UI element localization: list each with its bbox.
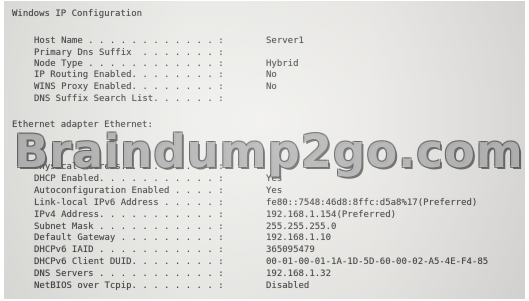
dhcpv6-iaid-label: DHCPv6 IAID . . . . . . . . . . . : bbox=[34, 245, 224, 255]
dns-servers-label: DNS Servers . . . . . . . . . . . : bbox=[34, 269, 224, 279]
dhcpv6-iaid-value: 365095479 bbox=[266, 245, 315, 255]
ipv4-address-label: IPv4 Address. . . . . . . . . . . : bbox=[34, 210, 224, 220]
wins-proxy-value: No bbox=[266, 82, 277, 92]
default-gateway-value: 192.168.1.10 bbox=[266, 233, 332, 243]
host-name-value: Server1 bbox=[266, 36, 304, 46]
dhcpv6-duid-label: DHCPv6 Client DUID. . . . . . . . : bbox=[34, 257, 224, 267]
netbios-label: NetBIOS over Tcpip. . . . . . . . : bbox=[34, 281, 224, 291]
ip-routing-label: IP Routing Enabled. . . . . . . . : bbox=[34, 70, 224, 80]
autoconfig-value: Yes bbox=[266, 186, 283, 196]
host-name-label: Host Name . . . . . . . . . . . . : bbox=[34, 36, 224, 46]
watermark: Braindump2go.com bbox=[14, 125, 524, 178]
ip-routing-value: No bbox=[266, 70, 277, 80]
dns-suffix-search-label: DNS Suffix Search List. . . . . . : bbox=[34, 94, 224, 104]
default-gateway-label: Default Gateway . . . . . . . . . : bbox=[34, 233, 224, 243]
link-local-ipv6-label: Link-local IPv6 Address . . . . . : bbox=[34, 198, 224, 208]
console-screenshot: Windows IP Configuration Host Name . . .… bbox=[4, 1, 525, 299]
autoconfig-label: Autoconfiguration Enabled . . . . : bbox=[34, 186, 224, 196]
link-local-ipv6-value: fe80::7548:46d8:8ffc:d5a8%17(Preferred) bbox=[266, 198, 478, 208]
dns-servers-value: 192.168.1.32 bbox=[266, 269, 332, 279]
ipv4-address-value: 192.168.1.154(Preferred) bbox=[266, 210, 397, 220]
wins-proxy-label: WINS Proxy Enabled. . . . . . . . : bbox=[34, 82, 224, 92]
dhcpv6-duid-value: 00-01-00-01-1A-1D-5D-60-00-02-A5-4E-F4-8… bbox=[266, 257, 489, 267]
window-title: Windows IP Configuration bbox=[12, 9, 143, 19]
netbios-value: Disabled bbox=[266, 281, 310, 291]
